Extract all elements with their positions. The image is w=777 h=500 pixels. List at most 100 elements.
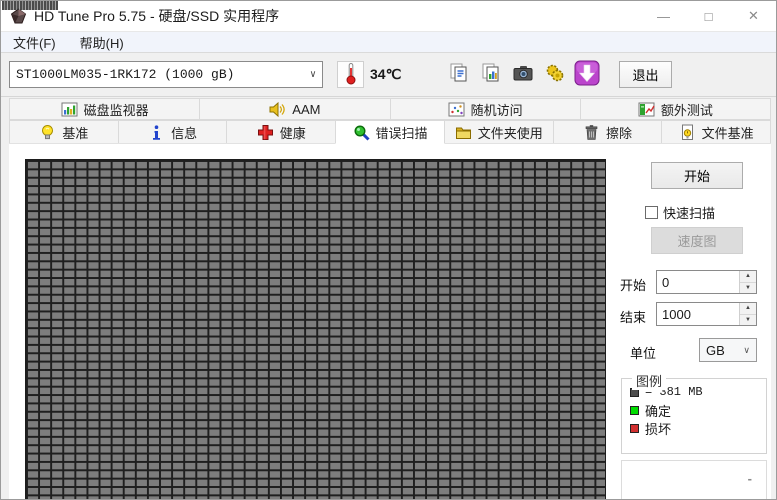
tab-file-benchmark[interactable]: 文件基准 (661, 120, 771, 144)
random-access-icon (448, 101, 465, 118)
disk-monitor-icon (61, 101, 78, 118)
tab-label: 磁盘监视器 (84, 100, 149, 119)
window-controls: — □ ✕ (641, 1, 776, 31)
screenshot-button[interactable] (508, 61, 538, 88)
tab-folder-usage[interactable]: 文件夹使用 (444, 120, 554, 144)
tab-aam[interactable]: AAM (199, 98, 390, 120)
file-benchmark-icon (679, 124, 696, 141)
ok-swatch (630, 406, 639, 415)
legend-groupbox: 图例 = 381 MB 确定 损坏 (621, 378, 767, 454)
tab-label: 随机访问 (471, 100, 523, 119)
close-button[interactable]: ✕ (731, 1, 776, 31)
tab-row-bottom: 基准 信息 健康 (9, 120, 771, 144)
speaker-icon (269, 101, 286, 118)
menu-help[interactable]: 帮助(H) (68, 32, 136, 52)
drive-selector[interactable]: ST1000LM035-1RK172 (1000 gB) ∨ (9, 61, 323, 88)
legend-ok-label: 确定 (645, 401, 671, 420)
tab-label: AAM (292, 102, 320, 117)
info-icon (148, 124, 165, 141)
exit-button[interactable]: 退出 (619, 61, 672, 88)
tab-label: 文件夹使用 (478, 123, 543, 142)
start-position-label: 开始 (620, 275, 646, 294)
title-bar: HD Tune Pro 5.75 - 硬盘/SSD 实用程序 — □ ✕ (1, 1, 777, 31)
spinner-down-icon[interactable]: ▼ (740, 283, 756, 294)
capture-arrow-icon (574, 60, 600, 89)
tab-label: 额外测试 (661, 100, 713, 119)
coins-icon (544, 62, 566, 87)
start-position-spinner[interactable]: 0 ▲ ▼ (656, 270, 757, 294)
copy-image-icon (480, 62, 502, 87)
chevron-down-icon: ∨ (310, 69, 316, 81)
copy-text-button[interactable] (444, 61, 474, 88)
end-position-label: 结束 (620, 307, 646, 326)
app-icon (10, 8, 27, 25)
temperature-button[interactable] (337, 61, 364, 88)
tab-health[interactable]: 健康 (226, 120, 336, 144)
legend-ok-row: 确定 (630, 401, 758, 419)
tab-benchmark[interactable]: 基准 (9, 120, 119, 144)
thermometer-icon (345, 62, 357, 88)
quick-scan-checkbox[interactable] (645, 206, 658, 219)
unit-label: 单位 (630, 343, 656, 362)
start-scan-button[interactable]: 开始 (651, 162, 743, 189)
extra-tests-icon (638, 101, 655, 118)
speed-map-button[interactable]: 速度图 (651, 227, 743, 254)
magnifier-icon (353, 124, 370, 141)
menu-file[interactable]: 文件(F) (1, 32, 68, 52)
toolbar-icon-buttons (444, 61, 602, 88)
tab-label: 信息 (171, 123, 197, 142)
camera-icon (512, 64, 534, 85)
trash-icon (583, 124, 600, 141)
spinner-up-icon[interactable]: ▲ (740, 303, 756, 315)
copy-image-button[interactable] (476, 61, 506, 88)
spinner-buttons: ▲ ▼ (739, 303, 756, 325)
tab-label: 基准 (62, 123, 88, 142)
legend-title: 图例 (632, 371, 666, 390)
window-title: HD Tune Pro 5.75 - 硬盘/SSD 实用程序 (34, 6, 279, 26)
spinner-buttons: ▲ ▼ (739, 271, 756, 293)
error-scan-page: 开始 快速扫描 速度图 开始 0 ▲ ▼ 结束 1000 ▲ ▼ (9, 143, 771, 500)
tab-label: 健康 (280, 123, 306, 142)
coins-button[interactable] (540, 61, 570, 88)
corner-watermark (2, 1, 58, 10)
minimize-button[interactable]: — (641, 1, 686, 31)
chevron-down-icon: ∨ (743, 345, 750, 356)
stats-groupbox: - (621, 460, 767, 500)
tab-erase[interactable]: 擦除 (553, 120, 663, 144)
copy-text-icon (448, 62, 470, 87)
maximize-button[interactable]: □ (686, 1, 731, 31)
tab-random-access[interactable]: 随机访问 (390, 98, 581, 120)
capture-button[interactable] (572, 61, 602, 88)
start-position-value: 0 (657, 271, 739, 293)
legend-damaged-row: 损坏 (630, 419, 758, 437)
error-scan-side-panel: 开始 快速扫描 速度图 开始 0 ▲ ▼ 结束 1000 ▲ ▼ (616, 144, 771, 500)
quick-scan-label: 快速扫描 (663, 203, 715, 222)
tab-info[interactable]: 信息 (118, 120, 228, 144)
tab-extra-tests[interactable]: 额外测试 (580, 98, 771, 120)
folder-icon (455, 124, 472, 141)
damaged-swatch (630, 424, 639, 433)
health-cross-icon (257, 124, 274, 141)
tab-label: 文件基准 (702, 123, 754, 142)
drive-selector-value: ST1000LM035-1RK172 (1000 gB) (16, 67, 234, 82)
end-position-value: 1000 (657, 303, 739, 325)
tab-row-top: 磁盘监视器 AAM 随机访问 (9, 98, 771, 120)
tab-label: 擦除 (606, 123, 632, 142)
tab-error-scan[interactable]: 错误扫描 (335, 120, 445, 144)
temperature-value: 34℃ (370, 61, 401, 88)
legend-damaged-label: 损坏 (645, 419, 671, 438)
tab-label: 错误扫描 (376, 123, 428, 142)
menu-bar: 文件(F) 帮助(H) (1, 31, 777, 53)
spinner-up-icon[interactable]: ▲ (740, 271, 756, 283)
quick-scan-row: 快速扫描 (645, 203, 715, 222)
unit-dropdown[interactable]: GB ∨ (699, 338, 757, 362)
scan-block-grid (25, 159, 606, 500)
hd-tune-window: HD Tune Pro 5.75 - 硬盘/SSD 实用程序 — □ ✕ 文件(… (0, 0, 777, 500)
bulb-icon (39, 124, 56, 141)
end-position-spinner[interactable]: 1000 ▲ ▼ (656, 302, 757, 326)
tab-disk-monitor[interactable]: 磁盘监视器 (9, 98, 200, 120)
spinner-down-icon[interactable]: ▼ (740, 315, 756, 326)
toolbar: ST1000LM035-1RK172 (1000 gB) ∨ 34℃ (1, 53, 777, 97)
stats-placeholder: - (748, 471, 752, 486)
unit-dropdown-value: GB (706, 343, 725, 358)
